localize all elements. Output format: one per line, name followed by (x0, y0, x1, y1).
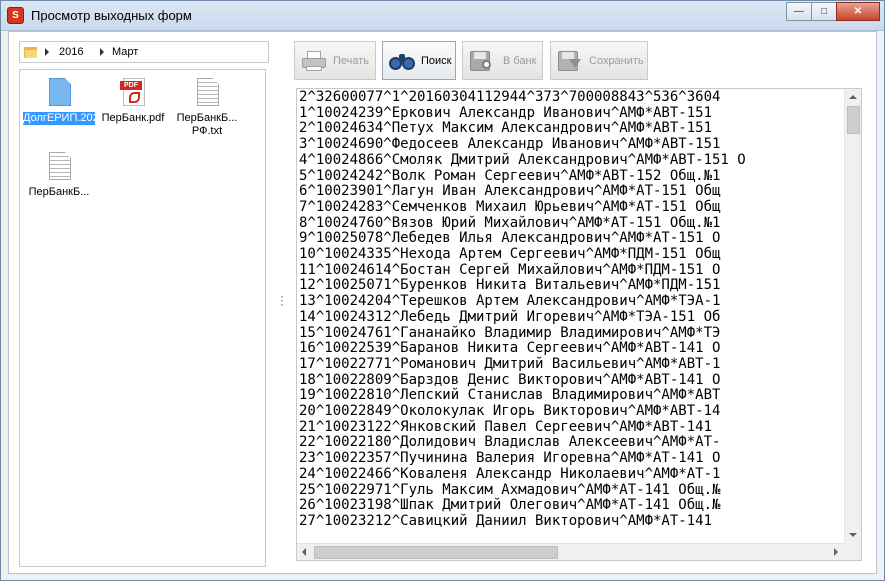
maximize-button[interactable]: □ (811, 2, 837, 21)
binoculars-icon (389, 50, 415, 72)
search-label: Поиск (421, 55, 452, 67)
text-line[interactable]: 17^10022771^Романович Дмитрий Васильевич… (299, 356, 844, 373)
file-name: ДолгЕРИП.202 (23, 112, 99, 125)
text-content[interactable]: 2^32600077^1^20160304112944^373^70000884… (299, 90, 844, 544)
text-line[interactable]: 16^10022539^Баранов Никита Сергеевич^АМФ… (299, 341, 844, 357)
horizontal-scrollbar[interactable] (297, 543, 844, 560)
text-line[interactable]: 10^10024335^Неходa Артем Сергеевич^АМФ*П… (299, 246, 844, 263)
client-area: 2016 Март ДолгЕРИП.202 PDF ПерБанк.pdf П… (8, 31, 877, 574)
breadcrumb-item-year[interactable]: 2016 (59, 46, 83, 58)
text-line[interactable]: 21^10023122^Янковский Павел Сергеевич^АМ… (299, 419, 844, 436)
printer-icon (301, 50, 327, 72)
horizontal-scroll-thumb[interactable] (314, 546, 558, 559)
close-button[interactable]: ✕ (836, 2, 880, 21)
pane-splitter[interactable]: · · · (280, 290, 284, 310)
file-item[interactable]: PDF ПерБанк.pdf (97, 74, 169, 144)
vertical-scrollbar[interactable] (844, 89, 861, 543)
file-item[interactable]: ПерБанкБ... (23, 148, 95, 218)
chevron-right-icon[interactable] (100, 48, 104, 56)
app-icon: S (7, 7, 24, 24)
text-file-icon (197, 78, 219, 106)
print-button[interactable]: Печать (294, 41, 376, 80)
generic-file-icon (49, 78, 71, 106)
text-line[interactable]: 9^10025078^Лебедев Илья Александрович^АМ… (299, 231, 844, 247)
save-button[interactable]: Сохранить (550, 41, 648, 80)
scroll-up-icon[interactable] (849, 95, 857, 99)
breadcrumb[interactable]: 2016 Март (19, 41, 269, 63)
folder-icon[interactable] (24, 46, 37, 59)
search-button[interactable]: Поиск (382, 41, 456, 80)
text-line[interactable]: 23^10022357^Пучинина Валерия Игоревна^АМ… (299, 450, 844, 467)
text-file-icon (49, 152, 71, 180)
text-line[interactable]: 18^10022809^Барздов Денис Викторович^АМФ… (299, 372, 844, 389)
breadcrumb-item-month[interactable]: Март (112, 46, 138, 58)
print-label: Печать (333, 55, 370, 67)
pdf-icon: PDF (120, 78, 145, 106)
minimize-button[interactable]: — (786, 2, 812, 21)
text-line[interactable]: 19^10022810^Лепский Станислав Владимиров… (299, 388, 844, 404)
text-line[interactable]: 24^10022466^Коваленя Александр Николаеви… (299, 466, 844, 483)
text-line[interactable]: 4^10024866^Смоляк Дмитрий Александрович^… (299, 152, 844, 169)
text-line[interactable]: 3^10024690^Федосеев Александр Иванович^А… (299, 136, 844, 153)
chevron-right-icon[interactable] (45, 48, 49, 56)
send-to-bank-label: В банк (503, 55, 537, 67)
save-label: Сохранить (589, 55, 644, 67)
scroll-down-icon[interactable] (849, 533, 857, 537)
send-to-bank-button[interactable]: В банк (462, 41, 543, 80)
disk-search-icon (469, 50, 495, 72)
text-line[interactable]: 26^10023198^Шпак Дмитрий Олегович^АМФ*АТ… (299, 498, 844, 514)
main-window: S Просмотр выходных форм — □ ✕ 2016 Март… (0, 0, 885, 581)
text-line[interactable]: 22^10022180^Долидович Владислав Алексеев… (299, 435, 844, 451)
text-line[interactable]: 13^10024204^Терешков Артем Александрович… (299, 293, 844, 310)
text-line[interactable]: 12^10025071^Буренков Никита Витальевич^А… (299, 278, 844, 294)
scroll-left-icon[interactable] (302, 548, 306, 556)
file-name: ПерБанкБ... РФ.txt (176, 112, 238, 137)
file-item[interactable]: ДолгЕРИП.202 (23, 74, 99, 144)
text-line[interactable]: 14^10024312^Лебедь Дмитрий Игоревич^АМФ*… (299, 309, 844, 326)
file-name: ПерБанк.pdf (101, 112, 165, 124)
text-line[interactable]: 11^10024614^Бостан Сергей Михайлович^АМФ… (299, 262, 844, 279)
text-line[interactable]: 2^10024634^Петух Максим Александрович^АМ… (299, 121, 844, 137)
title-bar[interactable]: S Просмотр выходных форм — □ ✕ (1, 1, 884, 31)
text-viewer[interactable]: 2^32600077^1^20160304112944^373^70000884… (296, 88, 862, 561)
text-line[interactable]: 5^10024242^Волк Роман Сергеевич^АМФ*АВТ-… (299, 168, 844, 185)
vertical-scroll-thumb[interactable] (847, 106, 860, 134)
window-controls: — □ ✕ (786, 2, 880, 21)
text-line[interactable]: 8^10024760^Вязов Юрий Михайлович^АМФ*АТ-… (299, 215, 844, 232)
save-icon (557, 50, 583, 72)
text-line[interactable]: 27^10023212^Савицкий Даниил Викторович^А… (299, 513, 844, 530)
text-line[interactable]: 15^10024761^Гананайко Владимир Владимиро… (299, 325, 844, 342)
text-line[interactable]: 7^10024283^Семченков Михаил Юрьевич^АМФ*… (299, 199, 844, 216)
scrollbar-corner (844, 543, 861, 560)
text-line[interactable]: 20^10022849^Околокулак Игорь Викторович^… (299, 403, 844, 420)
scroll-right-icon[interactable] (834, 548, 838, 556)
file-list[interactable]: ДолгЕРИП.202 PDF ПерБанк.pdf ПерБанкБ...… (19, 69, 266, 567)
window-title: Просмотр выходных форм (31, 8, 192, 23)
text-line[interactable]: 25^10022971^Гуль Максим Ахмадович^АМФ*АТ… (299, 482, 844, 499)
file-item[interactable]: ПерБанкБ... РФ.txt (171, 74, 243, 144)
text-line[interactable]: 2^32600077^1^20160304112944^373^70000884… (299, 90, 844, 106)
file-name: ПерБанкБ... (28, 186, 90, 198)
text-line[interactable]: 1^10024239^Еркович Александр Иванович^АМ… (299, 105, 844, 122)
text-line[interactable]: 6^10023901^Лагун Иван Александрович^АМФ*… (299, 184, 844, 200)
